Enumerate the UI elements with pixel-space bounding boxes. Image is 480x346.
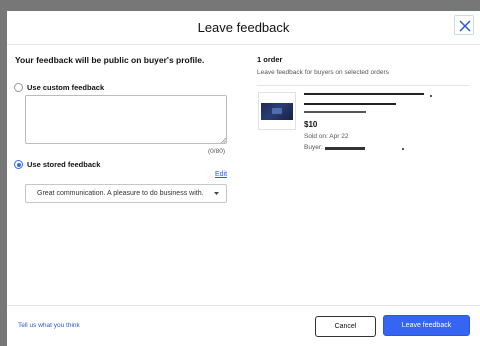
resize-handle-icon[interactable] <box>220 137 226 143</box>
item-price: $10 <box>304 120 318 129</box>
divider <box>257 85 469 86</box>
stored-feedback-radio[interactable] <box>14 160 23 169</box>
item-thumbnail <box>258 92 296 130</box>
custom-feedback-option[interactable]: Use custom feedback <box>14 83 104 92</box>
feedback-form-panel: Your feedback will be public on buyer's … <box>7 45 247 305</box>
item-image <box>261 103 293 120</box>
redacted-item-title <box>304 93 428 98</box>
dialog-header: Leave feedback <box>7 11 480 45</box>
edit-stored-feedback-link[interactable]: Edit <box>215 171 227 178</box>
buyer-label: Buyer: <box>304 144 323 151</box>
redacted-line <box>304 111 366 113</box>
stored-feedback-label: Use stored feedback <box>27 160 101 169</box>
orders-panel: 1 order Leave feedback for buyers on sel… <box>247 45 480 305</box>
stored-feedback-option[interactable]: Use stored feedback <box>14 160 100 169</box>
custom-feedback-radio[interactable] <box>14 83 23 92</box>
dialog-title: Leave feedback <box>197 20 290 35</box>
close-icon <box>459 20 471 32</box>
public-feedback-heading: Your feedback will be public on buyer's … <box>15 55 205 65</box>
close-button[interactable] <box>454 15 474 35</box>
stored-feedback-value: Great communication. A pleasure to do bu… <box>37 190 204 197</box>
custom-feedback-textarea[interactable] <box>25 95 227 144</box>
stored-feedback-select[interactable]: Great communication. A pleasure to do bu… <box>25 184 227 203</box>
redacted-line <box>304 103 396 105</box>
redaction-dot <box>402 148 404 150</box>
redaction-dot <box>430 95 432 97</box>
redacted-buyer-name <box>325 147 365 150</box>
chevron-down-icon <box>214 192 219 195</box>
character-count: (0/80) <box>208 148 225 155</box>
cancel-button[interactable]: Cancel <box>315 316 376 337</box>
leave-feedback-dialog: Leave feedback Your feedback will be pub… <box>7 11 480 346</box>
custom-feedback-label: Use custom feedback <box>27 83 105 92</box>
sold-on-date: Sold on: Apr 22 <box>304 133 349 140</box>
order-count: 1 order <box>257 55 283 64</box>
tell-us-link[interactable]: Tell us what you think <box>18 322 80 329</box>
leave-feedback-button[interactable]: Leave feedback <box>383 315 470 336</box>
orders-subtitle: Leave feedback for buyers on selected or… <box>257 69 389 76</box>
dialog-footer: Tell us what you think Cancel Leave feed… <box>7 305 480 346</box>
